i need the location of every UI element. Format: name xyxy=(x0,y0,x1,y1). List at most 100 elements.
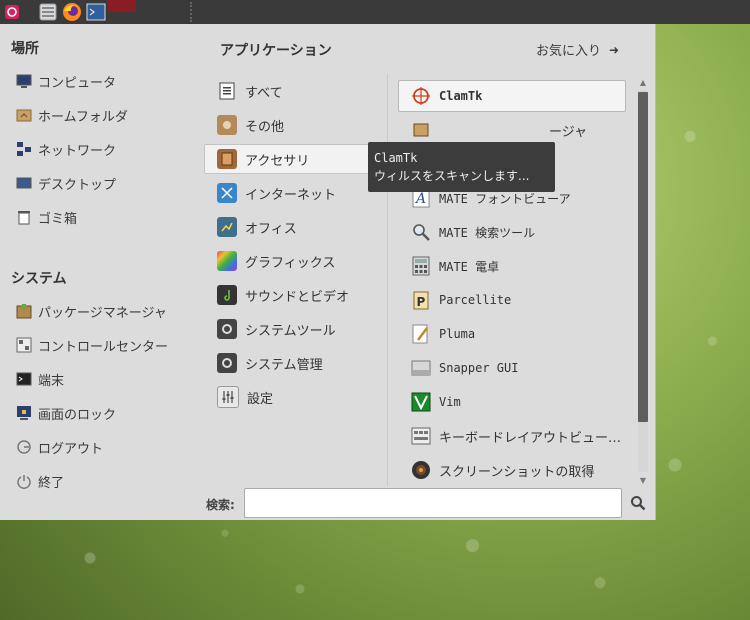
package-manager-icon xyxy=(16,303,32,319)
search-label: 検索: xyxy=(206,498,235,512)
category-settings[interactable]: 設定 xyxy=(204,382,380,412)
category-label: すべて xyxy=(245,85,283,101)
other-icon xyxy=(217,115,237,135)
system-logout[interactable]: ログアウト xyxy=(0,432,190,462)
system-label: 画面のロック xyxy=(38,407,117,423)
system-tools-icon xyxy=(217,319,237,339)
category-all[interactable]: すべて xyxy=(204,76,380,106)
category-label: 設定 xyxy=(247,391,274,407)
power-icon xyxy=(16,473,32,489)
archive-manager-icon xyxy=(411,120,431,140)
arrow-right-icon: ➜ xyxy=(609,42,620,57)
category-label: アクセサリ xyxy=(245,153,310,169)
app-search-tool[interactable]: MATE 検索ツール xyxy=(398,216,626,248)
tooltip-title: ClamTk xyxy=(374,151,418,165)
parcellite-icon: P xyxy=(411,290,431,310)
favorites-label: お気に入り xyxy=(536,44,602,59)
firefox-icon[interactable] xyxy=(60,0,84,24)
search-tool-icon xyxy=(411,222,431,242)
applications-title: アプリケーション xyxy=(220,43,332,59)
panel-drag-handle[interactable] xyxy=(190,2,196,22)
category-internet[interactable]: インターネット xyxy=(204,178,380,208)
graphics-icon xyxy=(217,251,237,271)
system-terminal[interactable]: 端末 xyxy=(0,364,190,394)
app-label: Pluma xyxy=(439,327,476,341)
computer-icon xyxy=(16,73,32,89)
scroll-thumb[interactable] xyxy=(638,92,648,422)
app-label: Vim xyxy=(439,395,461,409)
tooltip-subtitle: ウィルスをスキャンします... xyxy=(374,169,530,183)
category-accessories[interactable]: アクセサリ xyxy=(204,144,380,174)
category-other[interactable]: その他 xyxy=(204,110,380,140)
system-package-manager[interactable]: パッケージマネージャ xyxy=(0,296,190,326)
system-shutdown[interactable]: 終了 xyxy=(0,466,190,496)
category-office[interactable]: オフィス xyxy=(204,212,380,242)
terminal-icon xyxy=(16,371,32,387)
home-folder-icon xyxy=(16,107,32,123)
keyboard-layout-icon xyxy=(411,426,431,446)
category-label: オフィス xyxy=(245,221,297,237)
snapper-icon xyxy=(411,358,431,378)
app-parcellite[interactable]: P Parcellite xyxy=(398,284,626,316)
place-network[interactable]: ネットワーク xyxy=(0,134,190,164)
lock-screen-icon xyxy=(16,405,32,421)
app-screenshot[interactable]: スクリーンショットの取得 xyxy=(398,454,626,486)
category-system-tools[interactable]: システムツール xyxy=(204,314,380,344)
accessories-icon xyxy=(217,149,237,169)
scroll-up-icon[interactable]: ▲ xyxy=(636,76,650,88)
scroll-down-icon[interactable]: ▼ xyxy=(636,474,650,486)
screenshot-icon xyxy=(411,460,431,480)
app-label: Parcellite xyxy=(439,293,512,307)
search-input[interactable] xyxy=(244,488,622,518)
terminal-monitor-icon[interactable] xyxy=(84,0,108,24)
settings-icon xyxy=(217,386,239,408)
place-label: ゴミ箱 xyxy=(38,211,78,227)
category-label: システムツール xyxy=(245,323,336,339)
system-label: 終了 xyxy=(38,475,65,491)
system-label: コントロールセンター xyxy=(38,339,169,355)
app-calculator[interactable]: MATE 電卓 xyxy=(398,250,626,282)
app-label: キーボードレイアウトビュー… xyxy=(439,430,622,446)
app-snapper-gui[interactable]: Snapper GUI xyxy=(398,352,626,384)
vim-icon xyxy=(411,392,431,412)
system-control-center[interactable]: コントロールセンター xyxy=(0,330,190,360)
system-title: システム xyxy=(11,271,67,287)
place-trash[interactable]: ゴミ箱 xyxy=(0,202,190,232)
app-vim[interactable]: Vim xyxy=(398,386,626,418)
calculator-icon xyxy=(411,256,431,276)
app-label: MATE 検索ツール xyxy=(439,225,536,240)
place-computer[interactable]: コンピュータ xyxy=(0,66,190,96)
places-title: 場所 xyxy=(11,41,39,57)
app-clamtk[interactable]: ClamTk xyxy=(398,80,626,112)
system-label: パッケージマネージャ xyxy=(38,305,167,321)
control-center-icon xyxy=(16,337,32,353)
desktop-icon xyxy=(16,175,32,191)
top-panel xyxy=(0,0,750,24)
app-pluma[interactable]: Pluma xyxy=(398,318,626,350)
application-menu: 場所 コンピュータ ホームフォルダ ネットワーク デスクトップ ゴミ箱 システム… xyxy=(0,24,656,520)
trash-icon xyxy=(16,209,32,225)
category-label: グラフィックス xyxy=(245,255,336,271)
category-sound-video[interactable]: サウンドとビデオ xyxy=(204,280,380,310)
app-label: スクリーンショットの取得 xyxy=(439,464,595,480)
place-desktop[interactable]: デスクトップ xyxy=(0,168,190,198)
search-icon[interactable] xyxy=(626,490,650,516)
system-label: ログアウト xyxy=(38,441,104,457)
category-label: サウンドとビデオ xyxy=(245,289,350,305)
app-label: ClamTk xyxy=(439,89,483,103)
app-label: MATE フォントビューア xyxy=(439,191,571,206)
category-system-admin[interactable]: システム管理 xyxy=(204,348,380,378)
category-label: システム管理 xyxy=(245,357,323,373)
system-lock-screen[interactable]: 画面のロック xyxy=(0,398,190,428)
category-graphics[interactable]: グラフィックス xyxy=(204,246,380,276)
app-list-scrollbar[interactable]: ▲ ▼ xyxy=(636,76,650,486)
app-keyboard-layout[interactable]: キーボードレイアウトビュー… xyxy=(398,420,626,452)
place-home-folder[interactable]: ホームフォルダ xyxy=(0,100,190,130)
logout-icon xyxy=(16,439,32,455)
app-label: Snapper GUI xyxy=(439,361,519,375)
file-manager-icon[interactable] xyxy=(36,0,60,24)
favorites-button[interactable]: お気に入り ➜ xyxy=(536,40,620,60)
mate-menu-icon[interactable] xyxy=(0,0,24,24)
all-apps-icon xyxy=(217,81,237,101)
place-label: コンピュータ xyxy=(38,75,117,91)
